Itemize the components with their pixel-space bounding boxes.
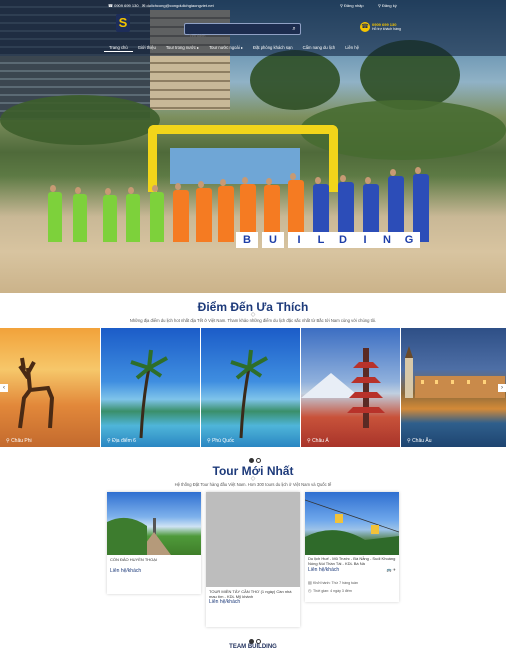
tour-price: Liên hệ/khách	[308, 567, 340, 573]
deer-silhouette	[18, 357, 55, 429]
person	[73, 187, 87, 242]
tour-image-placeholder	[206, 492, 300, 587]
person	[48, 185, 62, 242]
tour-name[interactable]: CỔN ĐẢO HUYỀN THOẠI	[110, 557, 198, 562]
sign-letter: B	[236, 232, 258, 248]
sign-letter: N	[376, 232, 398, 248]
search-input[interactable]	[185, 30, 284, 41]
hero-banner: B U I L D I N G ☎ 0909 699 130 ✉ dulichc…	[0, 0, 506, 293]
destinations-pager	[248, 450, 262, 463]
tour-departure: Khởi hành: Thứ 7 hàng tuần	[313, 581, 359, 585]
european-town-image	[405, 346, 505, 398]
person	[126, 187, 140, 242]
calendar-icon: ▤	[308, 580, 312, 585]
destination-card[interactable]: ⚲ Phú Quốc	[201, 328, 300, 447]
contact-phone: ☎ 0909 699 130	[108, 3, 139, 8]
contact-email[interactable]: ✉ dulichcong@congdulichgiaongviet.net	[142, 3, 214, 8]
tour-name[interactable]: TOUR MIỀN TÂY CẦN THƠ (1 ngày) Cần nhà m…	[209, 589, 297, 599]
search-icon[interactable]: ⌕	[290, 25, 298, 33]
tours-pager	[248, 631, 262, 644]
tour-duration: Thời gian: 4 ngày 3 đêm	[313, 589, 352, 593]
location-pin-icon: ⚲	[307, 438, 311, 444]
person	[196, 181, 212, 242]
slider-pager	[235, 287, 267, 290]
destination-card[interactable]: ⚲ Châu Á	[301, 328, 400, 447]
sign-letter: G	[398, 232, 420, 248]
nav-item-international-tours[interactable]: Tour nước ngoài ▸	[204, 44, 248, 52]
hotline-label: Hỗ trợ khách hàng	[372, 27, 401, 31]
search-box: ⌕	[184, 23, 301, 41]
destination-card[interactable]: ⚲ Châu Phi	[0, 328, 100, 447]
palm-beach-image	[230, 349, 268, 439]
nav-item-home[interactable]: Trang chủ	[104, 44, 133, 52]
sign-letter: L	[310, 232, 332, 248]
tour-price: Liên hệ/khách	[209, 599, 241, 605]
person	[218, 179, 234, 242]
register-link[interactable]: ⚲ Đăng ký	[378, 3, 397, 8]
transport-icons: 🚌 ✈	[386, 567, 396, 572]
person	[150, 185, 164, 242]
destination-label: ⚲ Phú Quốc	[207, 438, 235, 444]
destination-label: ⚲ Châu Á	[307, 438, 329, 444]
sign-letter: U	[262, 232, 284, 248]
login-link[interactable]: ⚲ Đăng nhập	[340, 3, 364, 8]
pager-dot[interactable]	[256, 458, 261, 463]
team-building-title: TEAM BUILDING	[229, 644, 277, 650]
nav-item-contact[interactable]: Liên hệ	[340, 44, 364, 52]
sign-letter: D	[332, 232, 354, 248]
location-pin-icon: ⚲	[6, 438, 10, 444]
destination-card[interactable]: ⚲ Địa điểm 6	[101, 328, 200, 447]
palm-tree	[250, 50, 340, 110]
carousel-next-arrow[interactable]: ›	[498, 384, 506, 392]
tour-image	[305, 492, 399, 555]
nav-item-domestic-tours[interactable]: Tour trong nước ▸	[161, 44, 204, 52]
location-pin-icon: ⚲	[107, 438, 111, 444]
palm-beach-image	[130, 349, 168, 439]
nav-item-hotels[interactable]: Đặt phòng khách sạn	[248, 44, 298, 52]
destination-card[interactable]: ⚲ Châu Âu	[401, 328, 506, 447]
tour-card[interactable]: TOUR MIỀN TÂY CẦN THƠ (1 ngày) Cần nhà m…	[206, 492, 300, 627]
tour-card[interactable]: CỔN ĐẢO HUYỀN THOẠI Liên hệ/khách	[107, 492, 201, 594]
site-logo[interactable]: S	[116, 14, 130, 32]
destinations-carousel: ⚲ Châu Phi ⚲ Địa điểm 6 ⚲ Phú Quốc ⚲ Châ…	[0, 328, 506, 447]
destination-label: ⚲ Châu Âu	[407, 438, 432, 444]
nav-item-guide[interactable]: Cẩm nang du lịch	[298, 44, 341, 52]
carousel-prev-arrow[interactable]: ‹	[0, 384, 8, 392]
sign-letter: I	[288, 232, 310, 248]
sign-letter: I	[354, 232, 376, 248]
tour-price: Liên hệ/khách	[110, 568, 142, 574]
clock-icon: ◷	[308, 588, 312, 593]
bushes	[0, 95, 160, 145]
tour-card[interactable]: Du lịch Huế - Mũ Trước - Bà Nẵng - Suối …	[305, 492, 399, 602]
destination-label: ⚲ Châu Phi	[6, 438, 32, 444]
location-pin-icon: ⚲	[407, 438, 411, 444]
main-nav: Trang chủ Giới thiệu Tour trong nước ▸ T…	[104, 44, 364, 52]
tour-name[interactable]: Du lịch Huế - Mũ Trước - Bà Nẵng - Suối …	[308, 556, 396, 566]
destinations-subtitle: Những địa điểm du lịch hot nhất địa Tết …	[129, 318, 377, 323]
location-pin-icon: ⚲	[207, 438, 211, 444]
tour-image	[107, 492, 201, 555]
destination-label: ⚲ Địa điểm 6	[107, 438, 136, 444]
nav-item-about[interactable]: Giới thiệu	[133, 44, 161, 52]
pager-dot[interactable]	[249, 458, 254, 463]
tours-subtitle: Hệ thống Đặt Tour hàng đầu Việt Nam. Hơn…	[174, 482, 332, 487]
person	[173, 183, 189, 242]
person	[103, 188, 117, 242]
pagoda-image	[301, 348, 385, 428]
phone-icon: ☎	[360, 22, 370, 32]
